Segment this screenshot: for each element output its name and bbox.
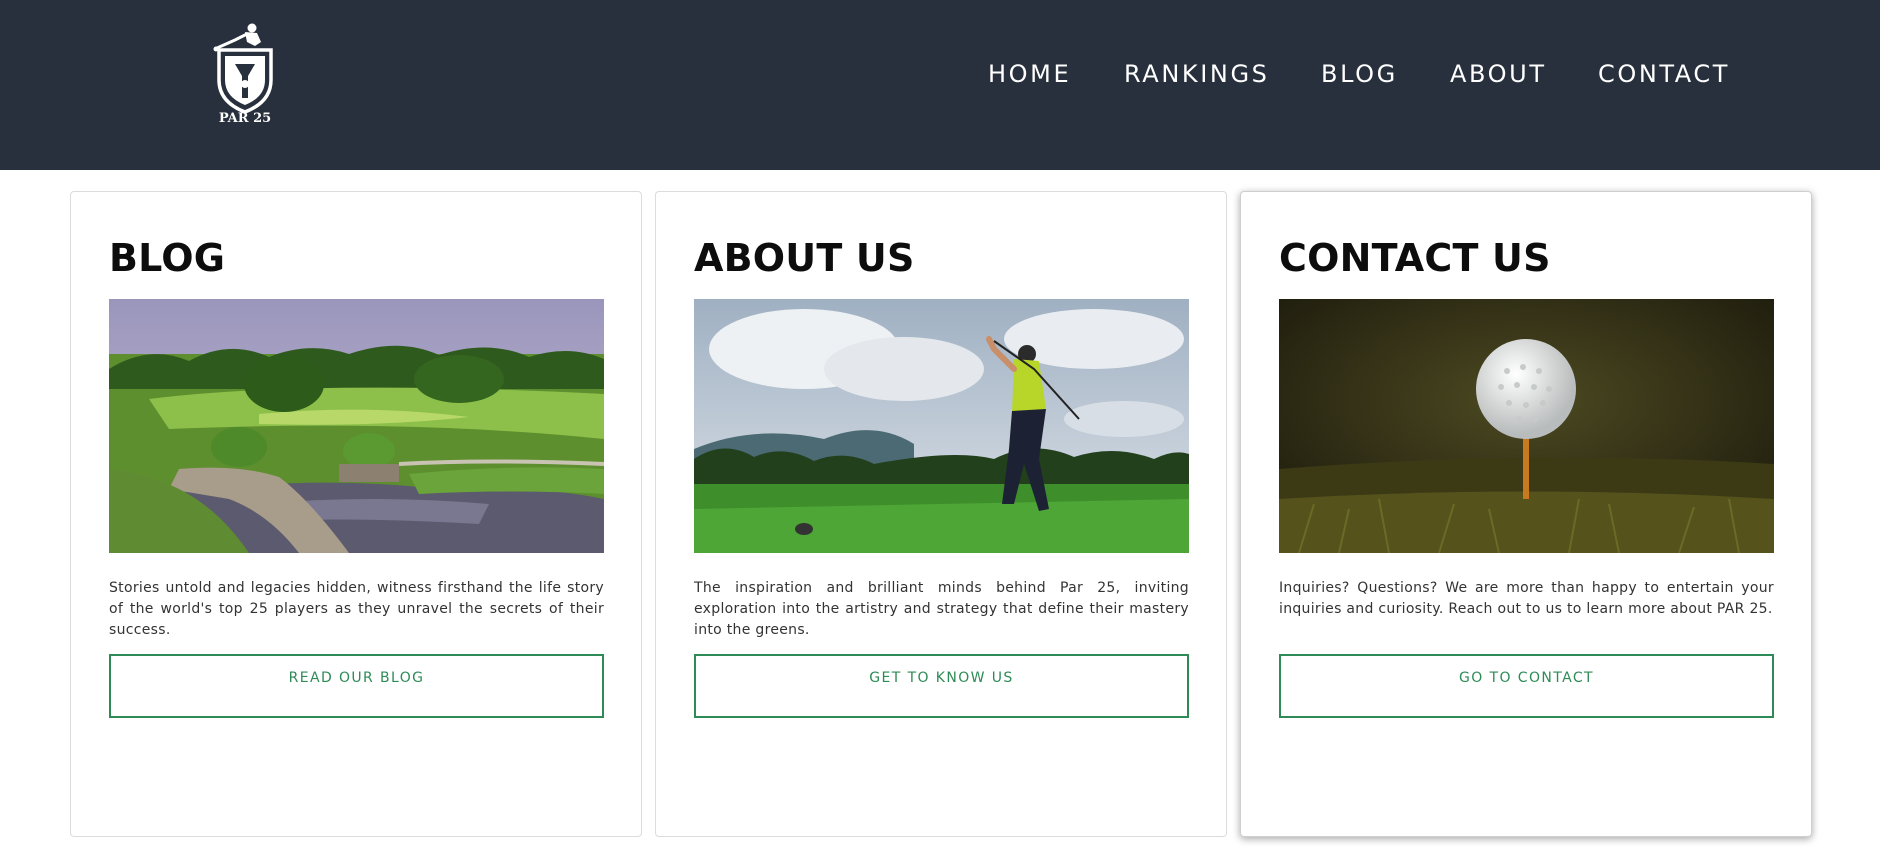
card-description: Inquiries? Questions? We are more than h… [1279,580,1774,617]
par25-logo[interactable]: PAR 25 [205,20,285,125]
card-description: The inspiration and brilliant minds behi… [694,580,1189,638]
nav-about[interactable]: ABOUT [1450,56,1547,92]
about-card: ABOUT US The inspiration and brilliant m… [655,191,1227,837]
nav-home[interactable]: HOME [988,56,1071,92]
card-title: ABOUT US [694,236,915,280]
blog-card: BLOG Stories untold and legacies hidden,… [70,191,642,837]
card-title: CONTACT US [1279,236,1551,280]
nav-blog[interactable]: BLOG [1321,56,1398,92]
card-title: BLOG [109,236,226,280]
nav-rankings[interactable]: RANKINGS [1124,56,1269,92]
golfer-image [694,299,1189,553]
read-our-blog-button[interactable]: READ OUR BLOG [109,654,604,718]
golf-ball-image [1279,299,1774,553]
site-header: PAR 25 HOME RANKINGS BLOG ABOUT CONTACT [0,0,1880,170]
contact-card: CONTACT US Inquiries? Questions? We are … [1240,191,1812,837]
nav-contact[interactable]: CONTACT [1598,56,1730,92]
golf-course-image [109,299,604,553]
logo-text: PAR 25 [219,111,271,125]
card-description: Stories untold and legacies hidden, witn… [109,580,604,638]
get-to-know-us-button[interactable]: GET TO KNOW US [694,654,1189,718]
go-to-contact-button[interactable]: GO TO CONTACT [1279,654,1774,718]
